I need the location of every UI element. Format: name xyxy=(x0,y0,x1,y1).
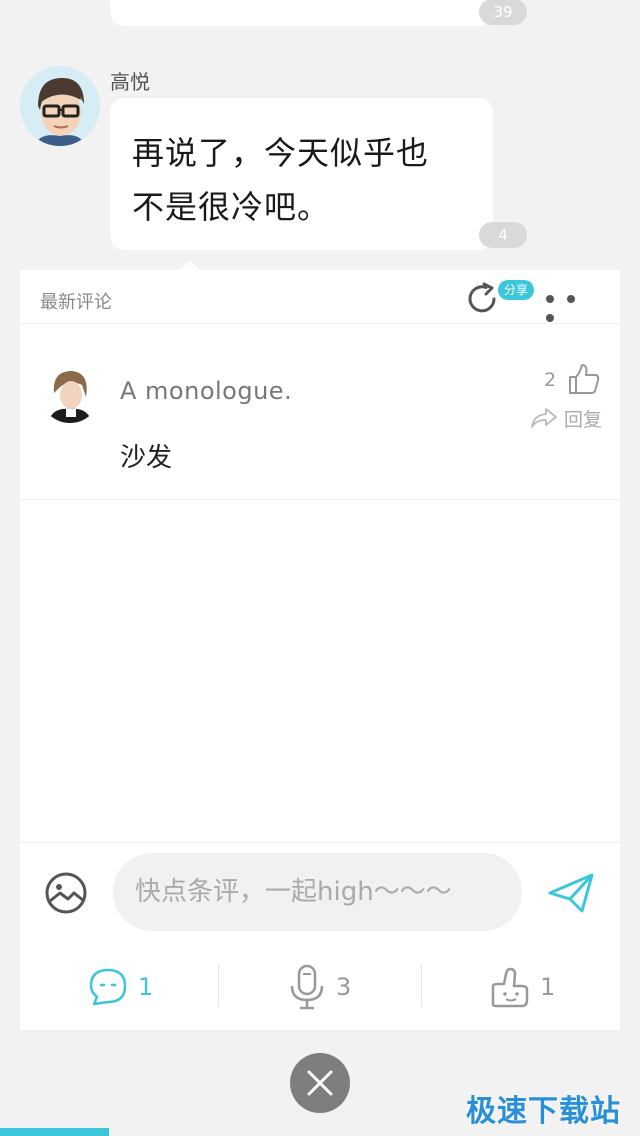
action-bar: 1 3 1 xyxy=(20,940,620,1030)
comment-input[interactable] xyxy=(113,853,522,931)
divider xyxy=(218,964,219,1006)
microphone-icon xyxy=(290,964,324,1010)
comments-panel: 最新评论 分享 A monologue. 沙发 2 回复 快点条评，一起high… xyxy=(20,270,620,1030)
comments-tab[interactable]: 1 xyxy=(88,962,153,1012)
divider xyxy=(421,964,422,1006)
image-icon[interactable] xyxy=(44,871,88,915)
reply-label: 回复 xyxy=(564,409,603,431)
watermark: 极速下载站 xyxy=(466,1094,621,1129)
voice-tab[interactable]: 3 xyxy=(288,962,351,1012)
author-name: 高悦 xyxy=(110,70,150,94)
comment-like-count: 2 xyxy=(544,369,557,391)
reply-arrow-icon xyxy=(531,408,557,428)
comment-composer xyxy=(20,842,620,932)
progress-fill xyxy=(0,1128,109,1136)
author-avatar[interactable] xyxy=(20,66,100,146)
thumb-up-icon xyxy=(491,967,529,1008)
comment-icon xyxy=(89,968,127,1006)
message-bubble[interactable]: 再说了，今天似乎也 不是很冷吧。 xyxy=(110,98,493,250)
message-count-badge: 4 xyxy=(479,222,527,248)
message-text-line-2: 不是很冷吧。 xyxy=(132,188,331,226)
voice-count: 3 xyxy=(336,973,352,1001)
commenter-avatar[interactable] xyxy=(40,363,100,423)
share-tag: 分享 xyxy=(498,280,535,300)
like-icon[interactable] xyxy=(566,361,602,397)
likes-tab[interactable]: 1 xyxy=(490,962,555,1012)
previous-message-bubble[interactable] xyxy=(110,0,493,26)
commenter-name[interactable]: A monologue. xyxy=(120,377,292,405)
comment-text: 沙发 xyxy=(120,443,173,473)
progress-bar xyxy=(0,1128,640,1136)
more-dots-icon[interactable] xyxy=(546,288,604,322)
reply-button[interactable]: 回复 xyxy=(530,403,610,431)
message-text-line-1: 再说了，今天似乎也 xyxy=(132,134,430,172)
previous-message-count-badge: 39 xyxy=(479,0,527,25)
comments-header: 最新评论 分享 xyxy=(20,270,620,324)
comments-title: 最新评论 xyxy=(40,292,112,313)
close-icon[interactable] xyxy=(290,1053,350,1113)
share-button[interactable]: 分享 xyxy=(466,278,540,318)
comment-item: A monologue. 沙发 2 回复 xyxy=(20,325,620,500)
send-icon[interactable] xyxy=(548,871,596,915)
comments-count: 1 xyxy=(138,973,154,1001)
refresh-share-icon xyxy=(468,282,496,313)
likes-count: 1 xyxy=(540,973,556,1001)
panel-pointer xyxy=(180,260,200,270)
